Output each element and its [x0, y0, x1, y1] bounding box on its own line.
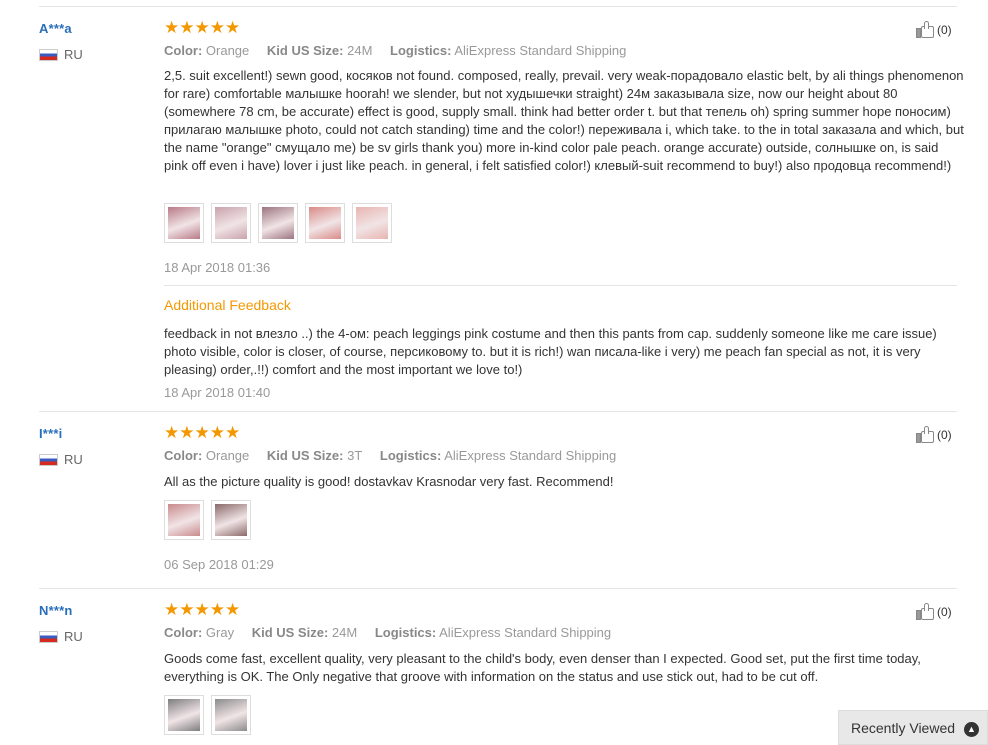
logistics-label: Logistics:	[374, 625, 437, 640]
review-photo-thumbnail[interactable]	[164, 695, 204, 735]
review-photos	[164, 203, 399, 243]
review-attributes: Color: Gray Kid US Size: 24M Logistics: …	[164, 625, 625, 640]
photo-image	[262, 207, 294, 239]
reviewer-name[interactable]: I***i	[39, 426, 62, 441]
review-date: 06 Sep 2018 01:29	[164, 557, 274, 572]
logistics-value: AliExpress Standard Shipping	[454, 43, 627, 58]
color-value: Orange	[205, 448, 250, 463]
review-date: 18 Apr 2018 01:36	[164, 260, 271, 275]
feedback-divider	[164, 285, 957, 286]
reviewer-country: RU	[39, 629, 83, 644]
chevron-up-icon[interactable]: ▲	[964, 722, 979, 737]
review-photos	[164, 500, 258, 540]
review-photo-thumbnail[interactable]	[211, 203, 251, 243]
top-divider	[39, 6, 957, 7]
size-label: Kid US Size:	[251, 625, 329, 640]
size-value: 24M	[331, 625, 358, 640]
logistics-label: Logistics:	[390, 43, 452, 58]
additional-feedback-text: feedback in not влезло ..) the 4-ом: pea…	[164, 326, 937, 377]
review-photo-thumbnail[interactable]	[164, 500, 204, 540]
star-rating: ★★★★★	[164, 18, 241, 37]
review-text: Goods come fast, excellent quality, very…	[164, 651, 921, 684]
reviewer-name[interactable]: N***n	[39, 603, 73, 618]
photo-image	[168, 207, 200, 239]
review-photos	[164, 695, 258, 735]
review-photo-thumbnail[interactable]	[352, 203, 392, 243]
star-rating: ★★★★★	[164, 423, 241, 442]
logistics-value: AliExpress Standard Shipping	[439, 625, 612, 640]
photo-image	[168, 699, 200, 731]
photo-image	[215, 504, 247, 536]
photo-image	[309, 207, 341, 239]
review-photo-thumbnail[interactable]	[211, 695, 251, 735]
russia-flag-icon	[39, 630, 58, 643]
review-separator	[39, 411, 957, 412]
size-label: Kid US Size:	[266, 43, 344, 58]
logistics-value: AliExpress Standard Shipping	[444, 448, 617, 463]
review-text: All as the picture quality is good! dost…	[164, 474, 614, 489]
review-photo-thumbnail[interactable]	[258, 203, 298, 243]
review-attributes: Color: Orange Kid US Size: 3T Logistics:…	[164, 448, 630, 463]
reviewer-name[interactable]: A***a	[39, 21, 72, 36]
color-label: Color:	[164, 448, 203, 463]
color-label: Color:	[164, 625, 203, 640]
review-photo-thumbnail[interactable]	[305, 203, 345, 243]
helpful-count: (0)	[937, 22, 952, 37]
thumbs-up-icon	[916, 603, 934, 620]
review-separator	[39, 588, 957, 589]
size-value: 24M	[347, 43, 373, 58]
color-value: Orange	[205, 43, 250, 58]
size-value: 3T	[347, 448, 363, 463]
helpful-button[interactable]: (0)	[916, 21, 952, 38]
country-code: RU	[64, 629, 83, 644]
photo-image	[215, 699, 247, 731]
size-label: Kid US Size:	[266, 448, 344, 463]
helpful-count: (0)	[937, 427, 952, 442]
additional-feedback-date: 18 Apr 2018 01:40	[164, 385, 271, 400]
logistics-label: Logistics:	[379, 448, 442, 463]
reviewer-country: RU	[39, 452, 83, 467]
recently-viewed-bar[interactable]: Recently Viewed ▲	[838, 710, 988, 745]
color-value: Gray	[205, 625, 235, 640]
photo-image	[168, 504, 200, 536]
recently-viewed-label: Recently Viewed	[851, 719, 956, 736]
reviewer-country: RU	[39, 47, 83, 62]
review-photo-thumbnail[interactable]	[211, 500, 251, 540]
review-photo-thumbnail[interactable]	[164, 203, 204, 243]
thumbs-up-icon	[916, 21, 934, 38]
helpful-count: (0)	[937, 604, 952, 619]
helpful-button[interactable]: (0)	[916, 426, 952, 443]
additional-feedback-heading: Additional Feedback	[164, 297, 291, 313]
color-label: Color:	[164, 43, 203, 58]
review-attributes: Color: Orange Kid US Size: 24M Logistics…	[164, 43, 640, 58]
country-code: RU	[64, 47, 83, 62]
russia-flag-icon	[39, 453, 58, 466]
star-rating: ★★★★★	[164, 600, 241, 619]
photo-image	[356, 207, 388, 239]
photo-image	[215, 207, 247, 239]
helpful-button[interactable]: (0)	[916, 603, 952, 620]
russia-flag-icon	[39, 48, 58, 61]
country-code: RU	[64, 452, 83, 467]
review-text: 2,5. suit excellent!) sewn good, косяков…	[164, 68, 964, 173]
thumbs-up-icon	[916, 426, 934, 443]
